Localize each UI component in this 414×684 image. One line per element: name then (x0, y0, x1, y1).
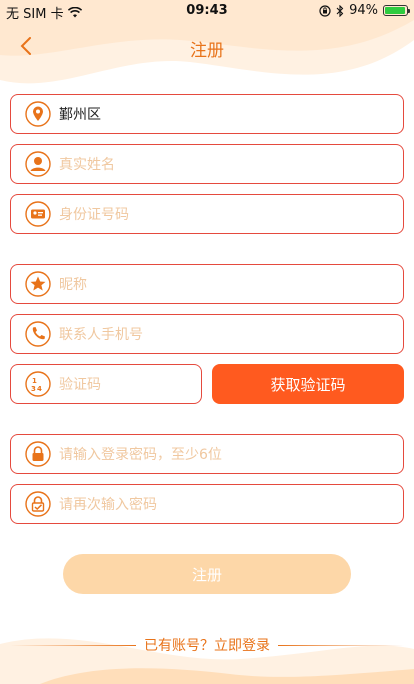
real-name-field[interactable]: 真实姓名 (10, 144, 404, 184)
svg-text:4: 4 (37, 385, 42, 393)
login-link[interactable]: 已有账号？立即登录 (136, 635, 278, 655)
register-submit-button[interactable]: 注册 (63, 554, 351, 594)
nickname-field[interactable]: 昵称 (10, 264, 404, 304)
divider-right (278, 644, 404, 646)
id-card-icon (25, 201, 51, 227)
code-field[interactable]: 1 3 4 验证码 (10, 364, 202, 404)
code-placeholder: 验证码 (59, 377, 101, 393)
phone-field[interactable]: 联系人手机号 (10, 314, 404, 354)
confirm-password-field[interactable]: 请再次输入密码 (10, 484, 404, 524)
user-icon (25, 151, 51, 177)
battery-icon (383, 5, 410, 16)
real-name-placeholder: 真实姓名 (59, 157, 115, 173)
get-code-button[interactable]: 获取验证码 (212, 364, 404, 404)
battery-percent: 94% (349, 3, 378, 18)
orientation-lock-icon (319, 4, 331, 17)
divider-left (10, 644, 136, 646)
page-title: 注册 (190, 41, 224, 61)
star-icon (25, 271, 51, 297)
phone-icon (25, 321, 51, 347)
svg-text:3: 3 (31, 385, 36, 393)
bluetooth-icon (336, 4, 344, 17)
status-bar: 无 SIM 卡 09:43 94% (0, 0, 414, 22)
nav-bar: 注册 (0, 28, 414, 64)
battery-level-fill (385, 7, 405, 14)
lock-icon (25, 441, 51, 467)
login-prompt-row: 已有账号？立即登录 (0, 634, 414, 656)
svg-text:1: 1 (32, 377, 37, 385)
phone-placeholder: 联系人手机号 (59, 327, 143, 343)
id-number-placeholder: 身份证号码 (59, 207, 129, 223)
region-value: 鄞州区 (59, 107, 101, 123)
confirm-password-placeholder: 请再次输入密码 (59, 497, 157, 513)
region-field[interactable]: 鄞州区 (10, 94, 404, 134)
id-number-field[interactable]: 身份证号码 (10, 194, 404, 234)
location-pin-icon (25, 101, 51, 127)
status-right: 94% (319, 3, 410, 18)
password-field[interactable]: 请输入登录密码，至少6位 (10, 434, 404, 474)
number-code-icon: 1 3 4 (25, 371, 51, 397)
nickname-placeholder: 昵称 (59, 277, 87, 293)
password-placeholder: 请输入登录密码，至少6位 (59, 447, 222, 463)
lock-check-icon (25, 491, 51, 517)
